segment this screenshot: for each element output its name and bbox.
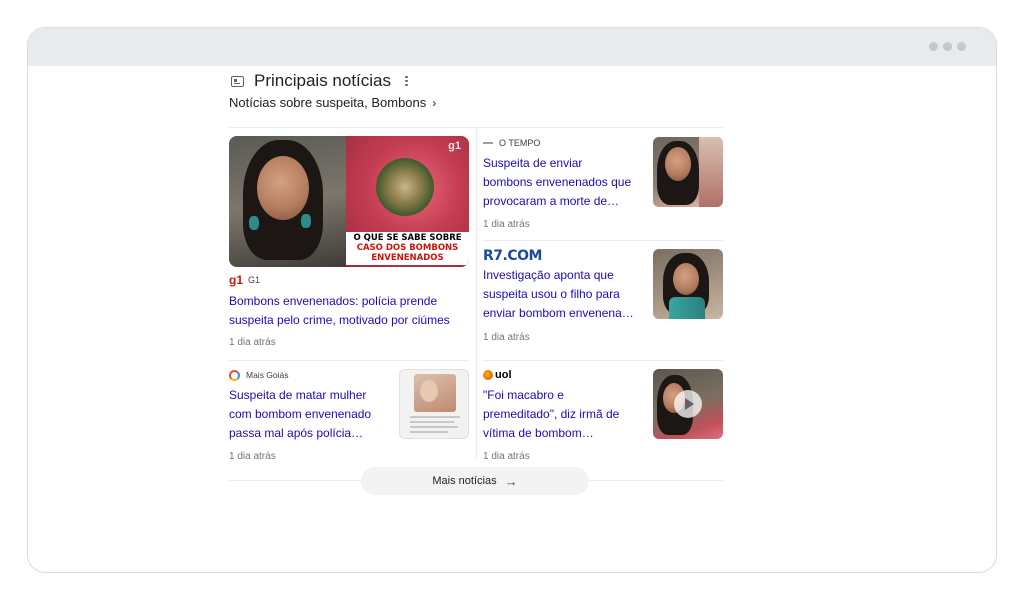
news-card-r7[interactable]: R7.COM Investigação aponta que suspeita … xyxy=(483,248,723,353)
maisgoias-logo-icon xyxy=(229,369,240,381)
column-divider xyxy=(476,128,477,458)
timestamp: 1 dia atrás xyxy=(229,337,276,348)
article-title[interactable]: Suspeita de matar mulher com bombom enve… xyxy=(229,386,379,443)
section-header: Principais notícias xyxy=(229,70,723,92)
uol-logo-icon xyxy=(483,370,493,380)
article-title[interactable]: "Foi macabro e premeditado", diz irmã de… xyxy=(483,386,633,443)
title-bar xyxy=(28,28,996,66)
section-subtitle-link[interactable]: Notícias sobre suspeita, Bombons › xyxy=(229,95,723,110)
timestamp: 1 dia atrás xyxy=(229,451,276,462)
news-thumbnail xyxy=(653,137,723,207)
chevron-right-icon: › xyxy=(432,95,437,110)
menu-dot xyxy=(957,42,966,51)
news-card-uol[interactable]: uol "Foi macabro e premeditado", diz irm… xyxy=(483,368,723,466)
source-row: O TEMPO xyxy=(483,136,540,150)
article-title[interactable]: Suspeita de enviar bombons envenenados q… xyxy=(483,154,633,211)
r7-logo: R7.COM xyxy=(483,248,542,264)
news-thumbnail xyxy=(653,249,723,319)
more-options-icon[interactable] xyxy=(405,75,408,87)
timestamp: 1 dia atrás xyxy=(483,451,530,462)
photo-woman xyxy=(229,136,346,267)
window-menu-icon[interactable] xyxy=(929,42,966,51)
menu-dot xyxy=(929,42,938,51)
article-title[interactable]: Bombons envenenados: polícia prende susp… xyxy=(229,292,469,330)
top-stories-module: Principais notícias Notícias sobre suspe… xyxy=(229,70,723,495)
timestamp: 1 dia atrás xyxy=(483,219,530,230)
g1-watermark: g1 xyxy=(448,140,461,152)
news-card-g1[interactable]: g1 O QUE SE SABE SOBRE CASO DOS BOMBONS … xyxy=(229,136,469,354)
image-overlay-caption: O QUE SE SABE SOBRE CASO DOS BOMBONS ENV… xyxy=(346,232,469,267)
more-news-button[interactable]: Mais notícias → xyxy=(361,467,589,495)
source-name: G1 xyxy=(248,275,261,285)
menu-dot xyxy=(943,42,952,51)
uol-logo: uol xyxy=(495,369,512,381)
g1-logo: g1 xyxy=(229,273,244,287)
card-divider xyxy=(229,360,469,361)
overlay-line-3: ENVENENADOS xyxy=(346,253,469,265)
news-thumbnail xyxy=(399,369,469,439)
news-thumbnail xyxy=(653,369,723,439)
subtitle-text: Notícias sobre suspeita, Bombons xyxy=(229,95,427,110)
arrow-right-icon: → xyxy=(504,473,518,489)
newspaper-icon xyxy=(231,75,244,87)
more-news-label: Mais notícias xyxy=(432,475,497,487)
news-card-maisgoias[interactable]: Mais Goiás Suspeita de matar mulher com … xyxy=(229,368,469,466)
card-divider xyxy=(483,360,723,361)
news-thumbnail: g1 O QUE SE SABE SOBRE CASO DOS BOMBONS … xyxy=(229,136,469,267)
source-name: Mais Goiás xyxy=(246,370,289,380)
overlay-line-2: CASO DOS BOMBONS xyxy=(346,243,469,253)
timestamp: 1 dia atrás xyxy=(483,332,530,343)
news-grid: g1 O QUE SE SABE SOBRE CASO DOS BOMBONS … xyxy=(229,127,723,495)
source-name: O TEMPO xyxy=(499,138,541,148)
source-row: uol xyxy=(483,368,512,382)
source-row: g1 G1 xyxy=(229,273,260,287)
section-title: Principais notícias xyxy=(254,71,392,90)
card-divider xyxy=(483,240,723,241)
source-row: Mais Goiás xyxy=(229,368,289,382)
overlay-line-1: O QUE SE SABE SOBRE xyxy=(346,232,469,243)
news-card-otempo[interactable]: O TEMPO Suspeita de enviar bombons enven… xyxy=(483,136,723,236)
play-video-icon[interactable] xyxy=(674,390,702,418)
source-row: R7.COM xyxy=(483,248,542,264)
article-title[interactable]: Investigação aponta que suspeita usou o … xyxy=(483,266,643,323)
otempo-logo-icon xyxy=(483,142,493,144)
